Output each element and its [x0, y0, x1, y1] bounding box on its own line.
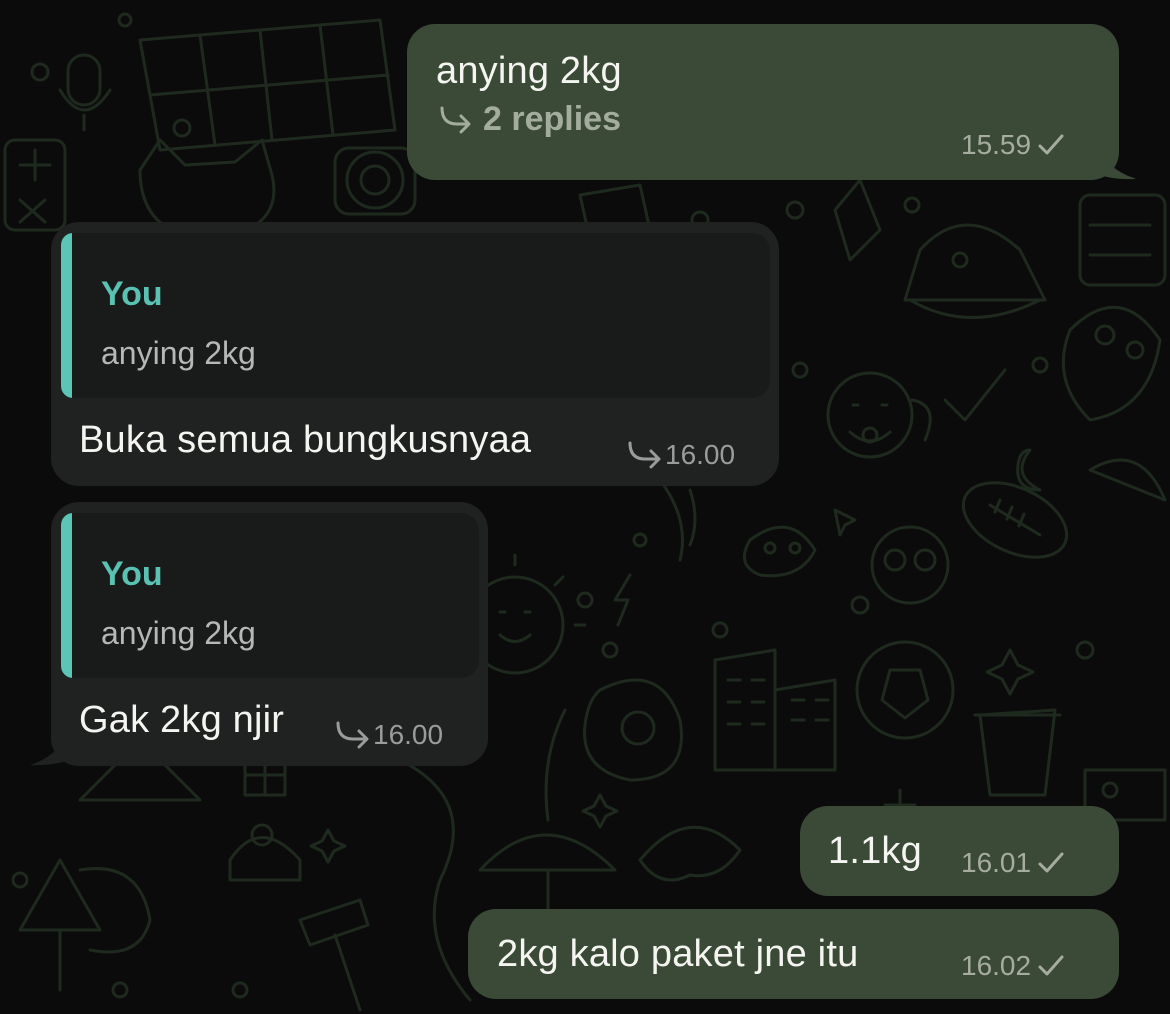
bubble-tail: [30, 726, 70, 766]
message-text: 2kg kalo paket jne itu: [497, 933, 859, 975]
check-icon: [1038, 955, 1064, 976]
quote-author: You: [101, 555, 163, 593]
quoted-message[interactable]: You anying 2kg: [61, 513, 479, 678]
message-time: 16.02: [961, 950, 1032, 981]
message-bubble-incoming[interactable]: You anying 2kg Gak 2kg njir 16.00: [51, 502, 488, 766]
replies-link[interactable]: 2 replies: [439, 100, 621, 139]
message-time: 16.00: [665, 439, 736, 470]
message-meta: 16.01: [961, 847, 1065, 879]
message-bubble-incoming[interactable]: You anying 2kg Buka semua bungkusnyaa 16…: [51, 222, 779, 486]
message-time: 16.01: [961, 847, 1032, 878]
quote-author: You: [101, 275, 163, 313]
message-text: Buka semua bungkusnyaa: [79, 419, 532, 461]
quoted-message[interactable]: You anying 2kg: [61, 233, 770, 398]
message-meta: 16.00: [335, 719, 443, 751]
message-text: Gak 2kg njir: [79, 699, 285, 741]
message-meta: 15.59: [961, 129, 1065, 161]
message-text: anying 2kg: [436, 50, 622, 92]
reply-arrow-icon: [336, 721, 369, 749]
message-bubble-outgoing[interactable]: anying 2kg 2 replies 15.59: [407, 24, 1119, 180]
message-bubble-outgoing[interactable]: 2kg kalo paket jne itu 16.02: [468, 909, 1119, 999]
check-icon: [1038, 852, 1064, 873]
quote-text: anying 2kg: [101, 335, 256, 371]
quote-accent-bar: [61, 233, 72, 398]
check-icon: [1038, 134, 1064, 155]
message-meta: 16.02: [961, 950, 1065, 982]
reply-arrow-icon: [440, 106, 471, 133]
message-time: 15.59: [961, 129, 1032, 160]
quote-text: anying 2kg: [101, 615, 256, 651]
quote-accent-bar: [61, 513, 72, 678]
message-bubble-outgoing[interactable]: 1.1kg 16.01: [800, 806, 1119, 896]
message-meta: 16.00: [627, 439, 735, 471]
message-text: 1.1kg: [828, 830, 922, 872]
message-time: 16.00: [373, 719, 444, 750]
bubble-tail: [1095, 140, 1135, 180]
reply-arrow-icon: [628, 441, 661, 469]
replies-count: 2 replies: [483, 100, 621, 138]
